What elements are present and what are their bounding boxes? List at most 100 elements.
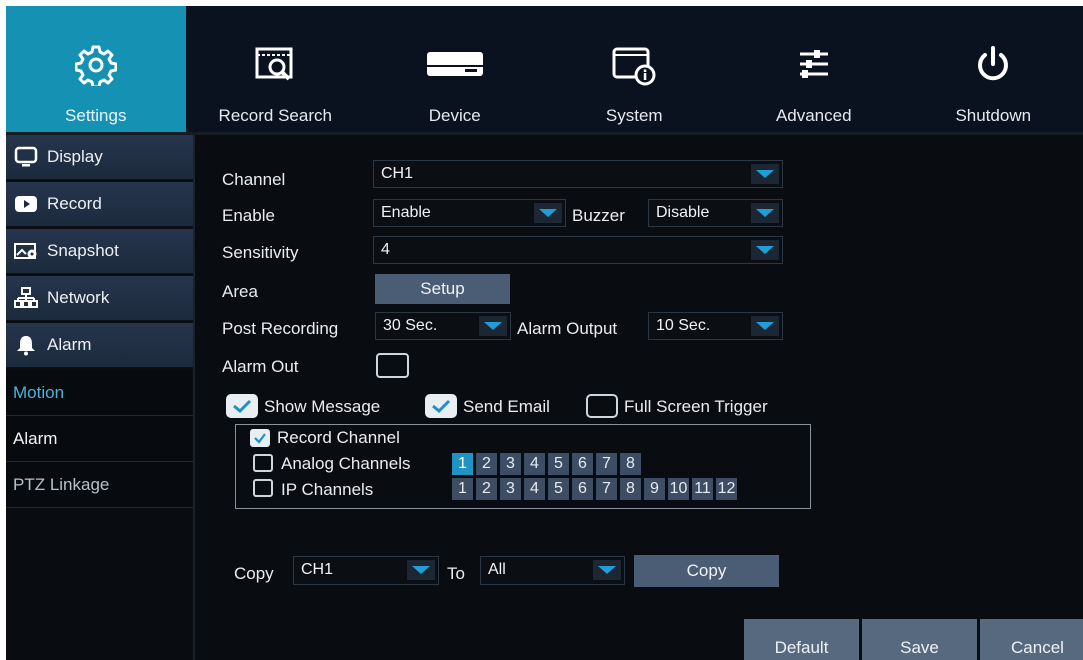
- ip-channel-5[interactable]: 5: [548, 478, 569, 500]
- ip-channel-3[interactable]: 3: [500, 478, 521, 500]
- tab-label: Device: [428, 106, 481, 125]
- sliders-icon: [794, 44, 834, 89]
- copy-to-select[interactable]: All: [480, 556, 625, 585]
- chevron-down-icon[interactable]: [751, 240, 779, 260]
- monitor-icon: [13, 146, 39, 168]
- hdd-icon: [425, 44, 485, 89]
- ip-channel-12[interactable]: 12: [716, 478, 737, 500]
- chevron-down-icon[interactable]: [479, 316, 507, 336]
- chevron-down-icon[interactable]: [534, 203, 562, 223]
- show-message-checkbox[interactable]: [226, 394, 258, 418]
- alarm-out-checkbox[interactable]: [376, 353, 409, 378]
- analog-channel-4[interactable]: 4: [524, 453, 545, 475]
- sidebar-subitem-ptz-linkage[interactable]: PTZ Linkage: [6, 462, 193, 508]
- analog-channels-label: Analog Channels: [281, 454, 411, 473]
- sidebar-item-label: Network: [47, 288, 110, 307]
- show-message-label: Show Message: [264, 397, 381, 416]
- ip-channels-checkbox[interactable]: [253, 479, 273, 497]
- ip-channel-selector: 1 2 3 4 5 6 7 8 9 10 11 12: [452, 478, 740, 500]
- sidebar-item-record[interactable]: Record: [6, 182, 193, 227]
- sidebar-subitem-alarm[interactable]: Alarm: [6, 416, 193, 462]
- area-setup-button[interactable]: Setup: [375, 274, 510, 304]
- sidebar-item-display[interactable]: Display: [6, 135, 193, 180]
- ip-channel-7[interactable]: 7: [596, 478, 617, 500]
- alarm-output-select[interactable]: 10 Sec.: [648, 312, 783, 340]
- gear-icon: [74, 44, 118, 91]
- copy-from-value: CH1: [301, 561, 334, 578]
- chevron-down-icon[interactable]: [751, 316, 779, 336]
- copy-button[interactable]: Copy: [634, 555, 779, 587]
- alarm-out-label: Alarm Out: [222, 357, 299, 376]
- ip-channel-11[interactable]: 11: [692, 478, 713, 500]
- tab-label: System: [605, 106, 663, 125]
- post-recording-select[interactable]: 30 Sec.: [375, 312, 511, 340]
- analog-channel-2[interactable]: 2: [476, 453, 497, 475]
- analog-channel-5[interactable]: 5: [548, 453, 569, 475]
- chevron-down-icon[interactable]: [593, 560, 621, 580]
- checkmark-icon: [233, 399, 252, 414]
- divider: [193, 135, 195, 660]
- ip-channel-2[interactable]: 2: [476, 478, 497, 500]
- tab-advanced[interactable]: Advanced: [724, 6, 904, 132]
- record-channel-checkbox[interactable]: [250, 429, 270, 447]
- ip-channel-4[interactable]: 4: [524, 478, 545, 500]
- ip-channel-8[interactable]: 8: [620, 478, 641, 500]
- send-email-checkbox[interactable]: [425, 394, 457, 418]
- sidebar-subitem-motion[interactable]: Motion: [6, 370, 193, 416]
- ip-channel-6[interactable]: 6: [572, 478, 593, 500]
- sidebar-item-alarm[interactable]: Alarm: [6, 323, 193, 368]
- checkmark-icon: [254, 433, 266, 444]
- chevron-down-icon[interactable]: [407, 560, 435, 580]
- tab-settings[interactable]: Settings: [6, 6, 186, 132]
- analog-channel-3[interactable]: 3: [500, 453, 521, 475]
- tab-system[interactable]: System: [545, 6, 725, 132]
- copy-from-select[interactable]: CH1: [293, 556, 439, 585]
- tab-record-search[interactable]: Record Search: [186, 6, 366, 132]
- record-icon: [13, 194, 39, 214]
- save-button[interactable]: Save: [862, 619, 977, 660]
- alarm-output-value: 10 Sec.: [656, 317, 711, 334]
- analog-channel-8[interactable]: 8: [620, 453, 641, 475]
- channel-select[interactable]: CH1: [373, 160, 783, 188]
- copy-label: Copy: [234, 564, 274, 583]
- post-recording-value: 30 Sec.: [383, 317, 438, 334]
- sidebar-item-network[interactable]: Network: [6, 276, 193, 321]
- record-channel-label: Record Channel: [277, 428, 400, 447]
- copy-to-value: All: [488, 561, 506, 578]
- sidebar-item-label: Display: [47, 147, 103, 166]
- default-button[interactable]: Default: [744, 619, 859, 660]
- enable-select[interactable]: Enable: [373, 199, 566, 227]
- checkmark-icon: [432, 399, 451, 414]
- analog-channel-1[interactable]: 1: [452, 453, 473, 475]
- sensitivity-value: 4: [381, 241, 390, 258]
- record-search-icon: [253, 44, 297, 89]
- ip-channel-9[interactable]: 9: [644, 478, 665, 500]
- buzzer-value: Disable: [656, 204, 710, 221]
- dvr-settings-window: Settings Record Search Device System Adv…: [6, 6, 1083, 660]
- sensitivity-select[interactable]: 4: [373, 236, 783, 264]
- tab-label: Advanced: [775, 106, 852, 125]
- tab-shutdown[interactable]: Shutdown: [904, 6, 1083, 132]
- ip-channel-10[interactable]: 10: [668, 478, 689, 500]
- action-bar: Default Save Cancel: [744, 619, 1083, 660]
- sidebar-item-snapshot[interactable]: Snapshot: [6, 229, 193, 274]
- ip-channel-1[interactable]: 1: [452, 478, 473, 500]
- analog-channel-6[interactable]: 6: [572, 453, 593, 475]
- sidebar-item-label: Snapshot: [47, 241, 119, 260]
- sidebar: Display Record Snapshot Network Alarm Mo…: [6, 135, 193, 660]
- analog-channels-checkbox[interactable]: [253, 454, 273, 472]
- full-screen-trigger-checkbox[interactable]: [586, 394, 618, 418]
- analog-channel-7[interactable]: 7: [596, 453, 617, 475]
- network-icon: [13, 287, 39, 309]
- send-email-label: Send Email: [463, 397, 550, 416]
- to-label: To: [447, 564, 465, 583]
- buzzer-select[interactable]: Disable: [648, 199, 783, 227]
- alarm-output-label: Alarm Output: [517, 319, 618, 338]
- tab-label: Settings: [65, 106, 127, 125]
- snapshot-icon: [13, 241, 39, 261]
- chevron-down-icon[interactable]: [751, 164, 779, 184]
- chevron-down-icon[interactable]: [751, 203, 779, 223]
- enable-value: Enable: [381, 204, 431, 221]
- tab-device[interactable]: Device: [365, 6, 545, 132]
- cancel-button[interactable]: Cancel: [980, 619, 1083, 660]
